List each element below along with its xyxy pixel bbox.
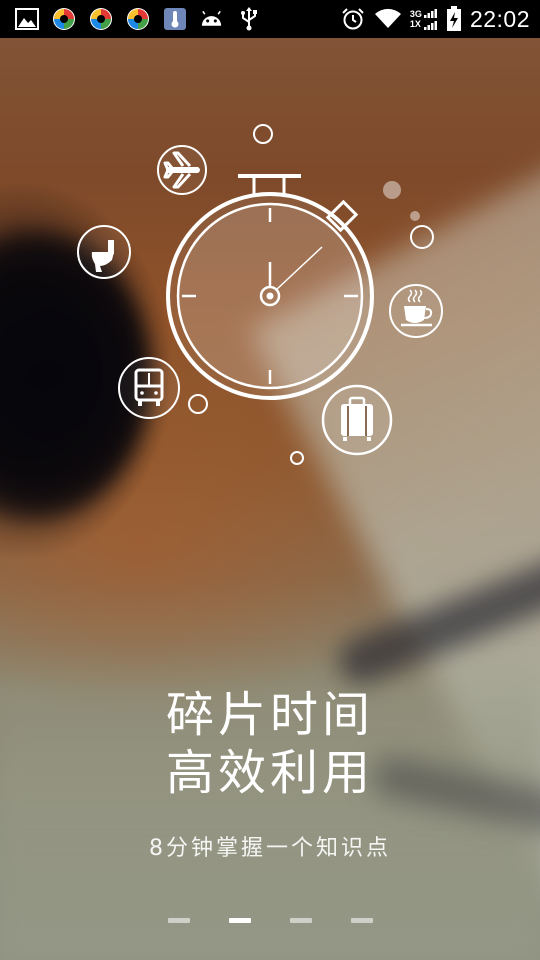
airplane-icon (157, 145, 207, 195)
headline: 碎片时间 高效利用 (0, 686, 540, 802)
coffee-cup-icon (389, 284, 443, 338)
page-dot[interactable] (351, 918, 373, 923)
bus-icon (118, 357, 180, 419)
bubble-circle (410, 225, 434, 249)
page-dot-active[interactable] (229, 918, 251, 923)
bubble-circle (410, 211, 420, 221)
stopwatch-icon (166, 174, 374, 400)
time-illustration (77, 124, 443, 465)
bubble-circle (188, 394, 208, 414)
bubble-circle (290, 451, 304, 465)
luggage-icon (321, 384, 393, 456)
page-dot[interactable] (290, 918, 312, 923)
toilet-icon (77, 225, 131, 279)
page-dot[interactable] (168, 918, 190, 923)
page-indicator (0, 918, 540, 924)
headline-line-2: 高效利用 (165, 745, 374, 801)
bubble-circle (383, 181, 401, 199)
headline-line-1: 碎片时间 (165, 687, 374, 743)
bubble-circle (253, 124, 273, 144)
onboarding-screen[interactable]: 3G 1X 22:02 碎片时间 高效利用 8分钟掌握一个知识点 (0, 0, 540, 960)
subtitle: 8分钟掌握一个知识点 (149, 836, 391, 861)
